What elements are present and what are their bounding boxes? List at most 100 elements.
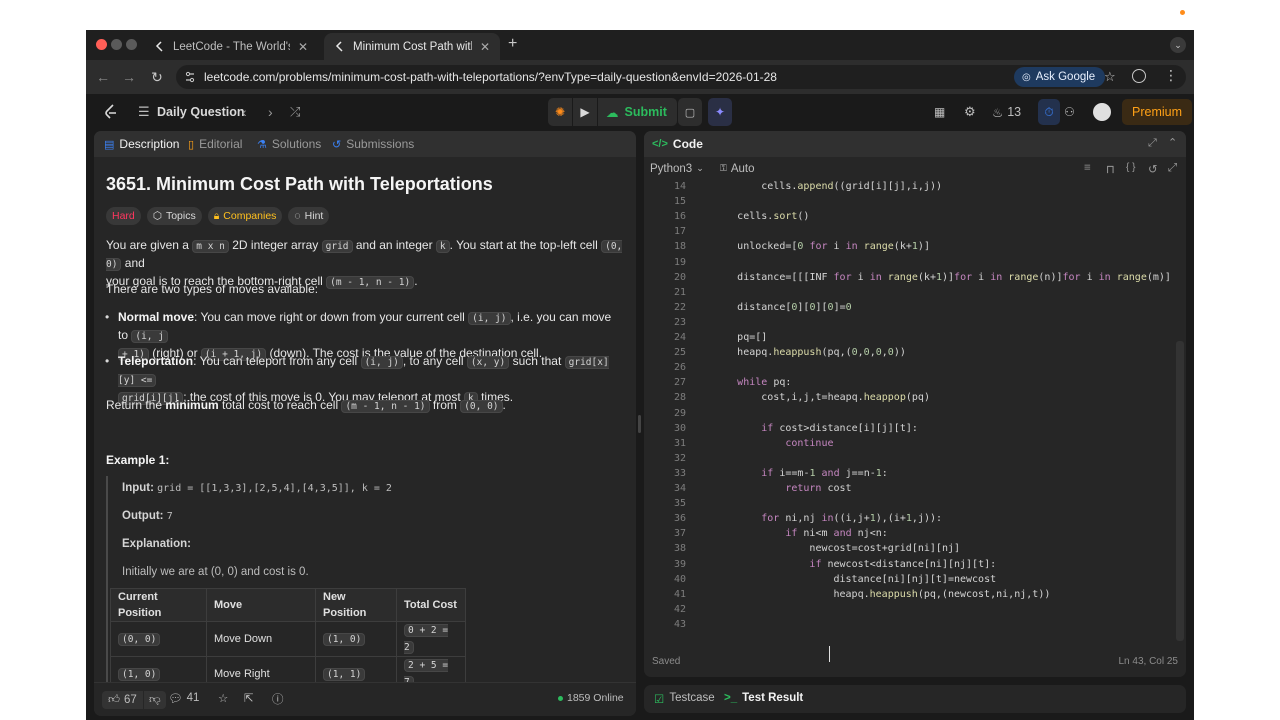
tab-solutions[interactable]: ⚗ Solutions xyxy=(257,131,321,157)
maximize-icon[interactable]: ⤢ xyxy=(1148,137,1157,150)
companies-chip[interactable]: 🔒︎ Companies xyxy=(207,207,283,225)
inline-code: (0, 0) xyxy=(460,400,503,413)
input-label: Input: xyxy=(122,482,154,494)
tab-testcase[interactable]: ☑ Testcase xyxy=(654,692,715,706)
terminal-icon: >_ xyxy=(724,692,738,704)
example-table: Current Position Move New Position Total… xyxy=(110,588,466,692)
comments-button[interactable]: 💬︎ 41 xyxy=(168,691,199,705)
profile-icon[interactable] xyxy=(1132,69,1146,83)
example-heading: Example 1: xyxy=(106,453,170,467)
add-collaborator-icon[interactable]: ⚇ xyxy=(1064,94,1075,130)
line-number: 38 xyxy=(673,543,686,555)
format-icon[interactable]: ≡ xyxy=(1084,162,1091,174)
braces-icon[interactable]: { } xyxy=(1126,162,1135,173)
daily-question-link[interactable]: Daily Question xyxy=(157,94,245,130)
code-line: pq=[] xyxy=(737,332,768,343)
favorite-star-icon[interactable]: ☆ xyxy=(218,691,228,705)
layout-icon[interactable]: ▦ xyxy=(934,94,945,130)
browser-tab-leetcode[interactable]: LeetCode - The World's Lead ✕ xyxy=(144,33,318,60)
moves-intro: There are two types of moves available: xyxy=(106,282,319,296)
new-tab-button[interactable]: + xyxy=(508,35,517,53)
reset-icon[interactable]: ↺ xyxy=(1148,162,1158,176)
tab-submissions[interactable]: ↺ Submissions xyxy=(332,131,414,157)
code-line: if cost>distance[i][j][t]: xyxy=(761,422,918,434)
tab-description[interactable]: ▤ Description xyxy=(104,131,179,157)
hint-chip[interactable]: ◌ Hint xyxy=(288,207,330,225)
bookmark-star-icon[interactable]: ☆ xyxy=(1104,69,1116,85)
settings-gear-icon[interactable]: ⚙ xyxy=(964,94,976,130)
code-line: newcost=cost+grid[ni][nj] xyxy=(809,543,961,555)
menu-icon[interactable]: ⋮ xyxy=(1164,67,1178,84)
close-tab-icon[interactable]: ✕ xyxy=(480,40,490,54)
lock-icon: 🔒︎ xyxy=(213,210,220,222)
bookmark-icon[interactable]: ⊓ xyxy=(1106,162,1115,176)
cursor-position: Ln 43, Col 25 xyxy=(1118,656,1179,667)
line-number: 31 xyxy=(673,437,686,449)
comment-count: 41 xyxy=(186,692,200,704)
table-header: New Position xyxy=(315,588,397,622)
avatar[interactable] xyxy=(1093,103,1111,121)
table-header: Current Position xyxy=(110,588,207,622)
run-button[interactable]: ▶ xyxy=(573,98,597,126)
test-panel: ☑ Testcase >_ Test Result xyxy=(644,685,1186,713)
close-tab-icon[interactable]: ✕ xyxy=(298,40,308,54)
language-select[interactable]: Python3 ⌄ xyxy=(650,163,704,175)
reload-icon[interactable]: ↻ xyxy=(148,68,166,86)
code-editor[interactable]: 14 cells.append((grid[i][j],i,j)) 15 16 ce… xyxy=(644,181,1186,651)
submit-button[interactable]: ☁ Submit xyxy=(598,98,677,126)
timer-icon[interactable]: ⏱ xyxy=(1038,99,1060,125)
close-window-button[interactable] xyxy=(96,39,107,50)
ai-assist-button[interactable]: ✦ xyxy=(708,98,732,126)
code-tab[interactable]: </> Code xyxy=(652,131,703,157)
shuffle-icon[interactable]: ⤮ xyxy=(290,94,300,130)
minimize-window-button[interactable] xyxy=(111,39,122,50)
next-problem-icon[interactable]: › xyxy=(268,94,273,130)
like-button[interactable]: 👍︎ 67 xyxy=(102,691,143,709)
prev-problem-icon[interactable]: ‹ xyxy=(242,94,247,130)
code-line: distance=[[[INF for i in range(k+1)]for … xyxy=(737,271,1171,283)
tab-list-button[interactable]: ⌄ xyxy=(1170,37,1186,53)
description-panel: ▤ Description ▯ Editorial ⚗ Solutions ↺ … xyxy=(94,131,636,716)
notes-button[interactable]: ▢ xyxy=(678,98,702,126)
tab-test-result[interactable]: >_ Test Result xyxy=(724,692,803,704)
line-number: 23 xyxy=(673,316,686,328)
example-input: Input: grid = [[1,3,3],[2,5,4],[4,3,5]],… xyxy=(122,480,392,497)
checkbox-icon: ☑ xyxy=(654,694,665,706)
share-icon[interactable]: ⇱ xyxy=(244,691,254,705)
help-icon[interactable]: ⓘ xyxy=(272,691,284,707)
fullscreen-icon[interactable]: ⤢ xyxy=(1168,162,1177,175)
code-line: if newcost<distance[ni][nj][t]: xyxy=(809,558,997,570)
forward-icon[interactable]: → xyxy=(120,68,138,86)
language-value: Python3 xyxy=(650,163,693,175)
problem-list-icon[interactable]: ☰ xyxy=(138,94,150,130)
table-header-row: Current Position Move New Position Total… xyxy=(110,588,466,622)
ask-google-button[interactable]: ◎ Ask Google xyxy=(1014,67,1106,87)
line-number: 37 xyxy=(673,528,686,540)
tab-editorial[interactable]: ▯ Editorial xyxy=(188,131,242,157)
streak-counter[interactable]: ♨ 13 xyxy=(992,94,1021,130)
explanation-text: Initially we are at (0, 0) and cost is 0… xyxy=(122,566,309,578)
inline-code: (x, y) xyxy=(466,356,510,369)
premium-button[interactable]: Premium xyxy=(1122,99,1193,125)
text: Return the xyxy=(106,398,166,412)
topics-chip[interactable]: ⬡ Topics xyxy=(146,207,202,225)
maximize-window-button[interactable] xyxy=(126,39,137,50)
leetcode-logo-icon[interactable] xyxy=(104,94,118,130)
site-settings-icon[interactable] xyxy=(184,71,196,83)
url-field[interactable]: leetcode.com/problems/minimum-cost-path-… xyxy=(176,65,1186,89)
line-number: 18 xyxy=(673,241,686,253)
text: 2D integer array xyxy=(228,238,322,252)
browser-tab-problem[interactable]: Minimum Cost Path with Tele ✕ xyxy=(324,33,500,60)
debug-button[interactable]: ✺ xyxy=(548,98,572,126)
dislike-button[interactable]: 👎︎ xyxy=(144,691,166,709)
streak-count: 13 xyxy=(1007,105,1022,119)
panel-resize-handle[interactable] xyxy=(638,415,641,433)
collapse-icon[interactable]: ⌃ xyxy=(1168,136,1177,149)
inline-code: k xyxy=(435,240,450,253)
back-icon[interactable]: ← xyxy=(94,68,112,86)
autocomplete-toggle[interactable]: ⚿ Auto xyxy=(720,163,755,175)
line-number: 29 xyxy=(673,407,686,419)
text: : You can move right or down from your c… xyxy=(194,310,469,324)
scrollbar-track[interactable] xyxy=(1176,341,1184,641)
example-block: Input: grid = [[1,3,3],[2,5,4],[4,3,5]],… xyxy=(106,476,624,706)
